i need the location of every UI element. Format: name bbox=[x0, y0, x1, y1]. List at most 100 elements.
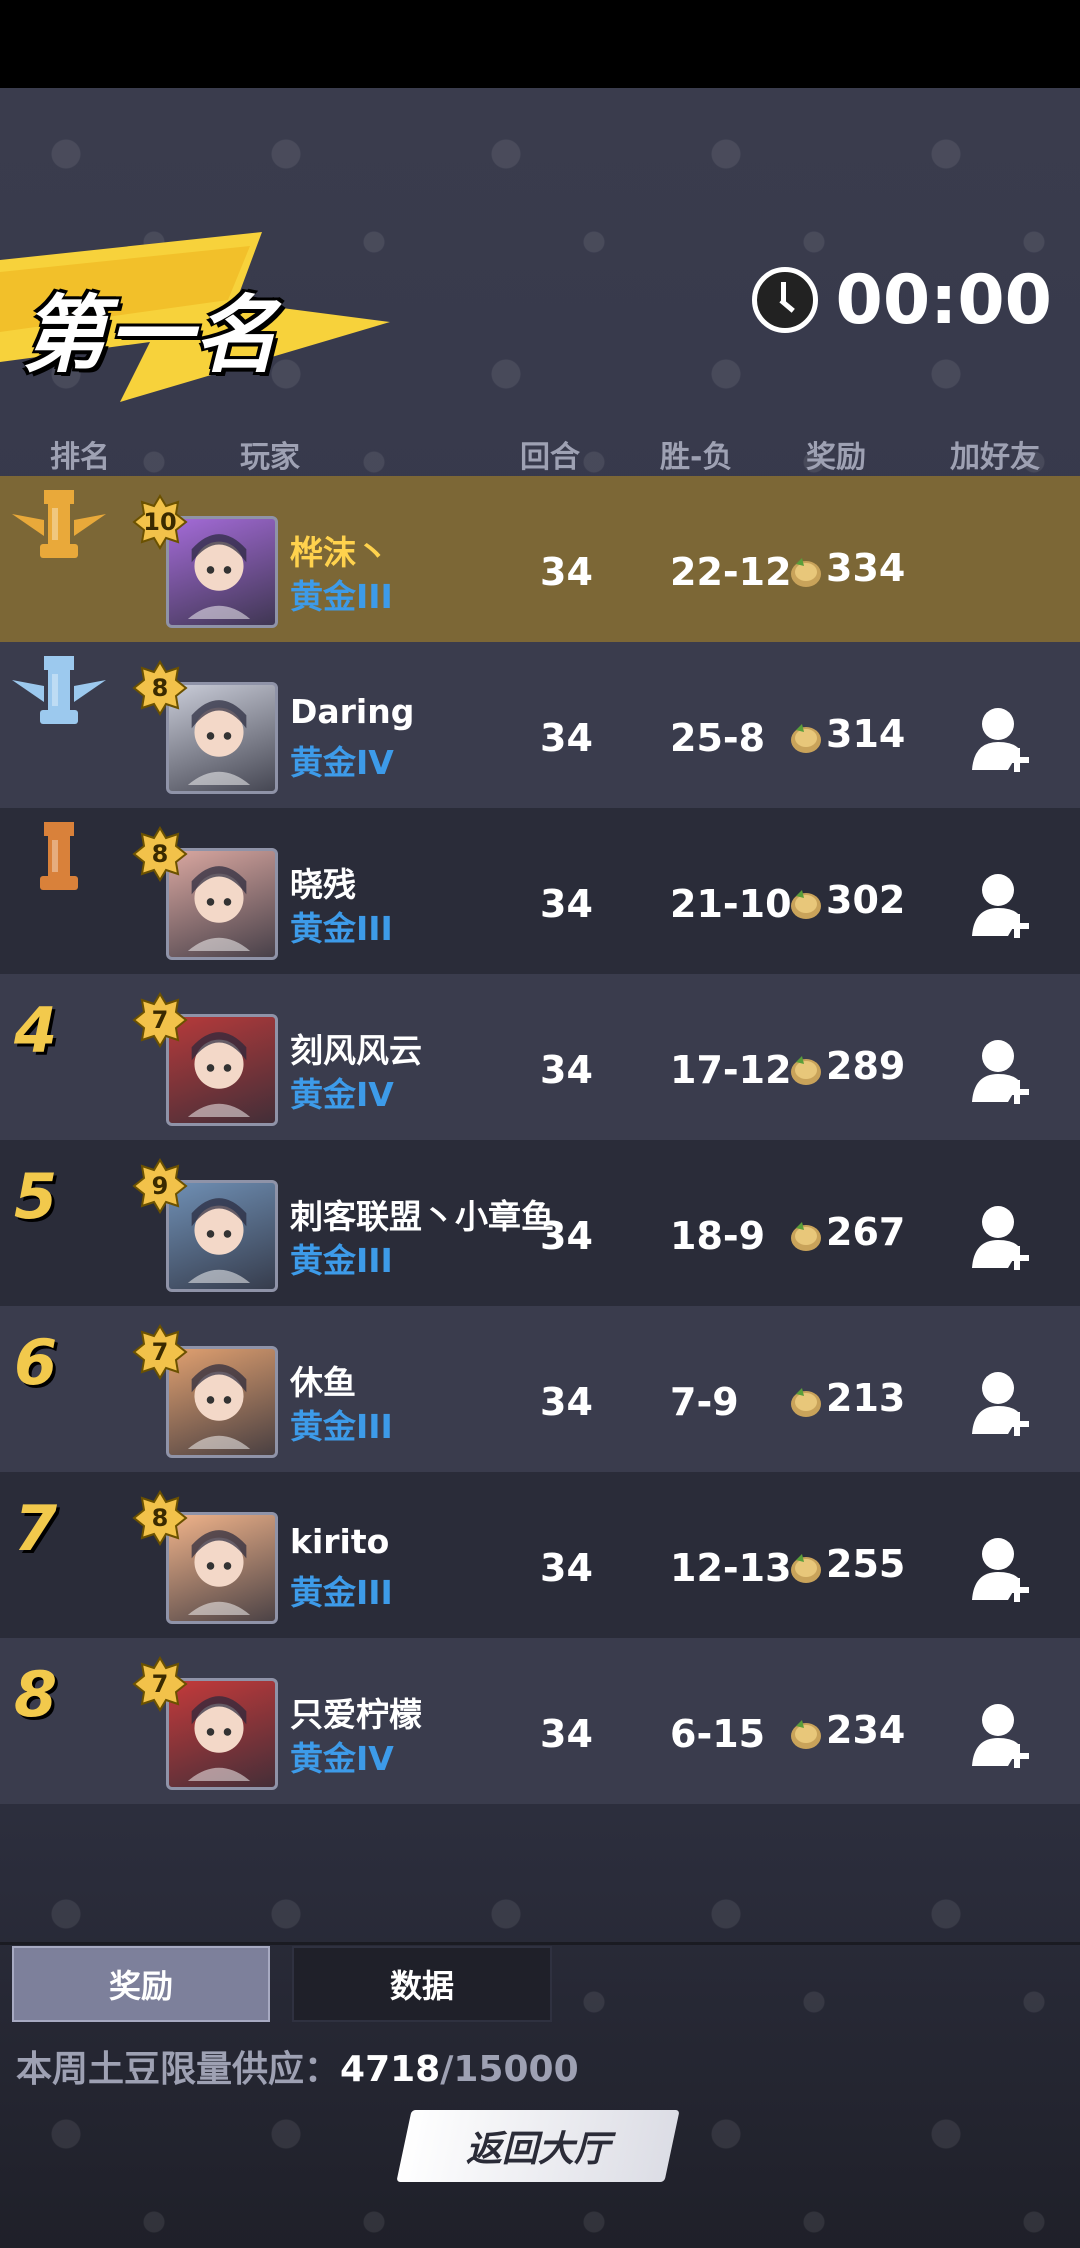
level-badge: 7 bbox=[132, 1324, 188, 1380]
player-tier: 黄金III bbox=[290, 1407, 393, 1446]
level-value: 7 bbox=[151, 1006, 169, 1034]
reward-value: 234 bbox=[826, 1708, 906, 1752]
win-loss-value: 17-12 bbox=[670, 1048, 792, 1092]
rank-number: 8 bbox=[14, 1658, 58, 1731]
rank-trophy-icon bbox=[12, 656, 106, 724]
rounds-value: 34 bbox=[540, 1546, 593, 1590]
header-rank: 排名 bbox=[50, 440, 110, 475]
reward-value: 302 bbox=[826, 878, 906, 922]
reward-value: 255 bbox=[826, 1542, 906, 1586]
ranking-row: 5 9 刺客联盟丶小章鱼 黄金III 34 18-9 267 bbox=[0, 1140, 1080, 1306]
weekly-supply: 本周土豆限量供应：4718/15000 bbox=[16, 2040, 579, 2092]
level-value: 7 bbox=[151, 1670, 169, 1698]
tab-data[interactable]: 数据 bbox=[292, 1946, 552, 2022]
rank-number: 6 bbox=[14, 1326, 58, 1399]
supply-current: 4718 bbox=[340, 2049, 441, 2090]
header-add-friend: 加好友 bbox=[950, 440, 1040, 475]
rounds-value: 34 bbox=[540, 1048, 593, 1092]
ranking-row: 8 晓残 黄金III 34 21-10 302 bbox=[0, 808, 1080, 974]
potato-coin-icon bbox=[791, 890, 821, 919]
player-name: Daring bbox=[290, 692, 415, 731]
player-tier: 黄金IV bbox=[290, 1075, 394, 1114]
level-badge: 8 bbox=[132, 1490, 188, 1546]
header-winloss: 胜-负 bbox=[660, 440, 733, 475]
win-loss-value: 6-15 bbox=[670, 1712, 766, 1756]
match-results-screen: 第一名 00:00 排名 玩家 回合 胜-负 奖励 加好友 10 桦沫丶 黄金I… bbox=[0, 0, 1080, 2248]
level-value: 8 bbox=[151, 840, 169, 868]
player-name: kirito bbox=[290, 1522, 390, 1561]
rounds-value: 34 bbox=[540, 1380, 593, 1424]
ranking-row: 8 7 只爱柠檬黄金IV 34 6-15 234 bbox=[0, 1638, 1080, 1804]
player-tier: 黄金III bbox=[290, 1241, 393, 1280]
rank-trophy-icon bbox=[40, 822, 78, 890]
potato-coin-icon bbox=[791, 1554, 821, 1583]
level-value: 7 bbox=[151, 1338, 169, 1366]
player-tier: 黄金III bbox=[290, 577, 393, 616]
player-name: 休鱼 bbox=[290, 1363, 356, 1402]
potato-coin-icon bbox=[791, 1222, 821, 1251]
rank-number: 4 bbox=[14, 994, 58, 1067]
ranking-row: 7 8 kirito 黄金III 34 12-13 255 bbox=[0, 1472, 1080, 1638]
ranking-row: 10 桦沫丶 黄金III 34 22-12 334 bbox=[0, 476, 1080, 642]
back-to-lobby-button[interactable]: 返回大厅 bbox=[396, 2110, 680, 2182]
rank-number: 7 bbox=[14, 1492, 58, 1565]
level-value: 8 bbox=[151, 674, 169, 702]
header-reward: 奖励 bbox=[806, 440, 866, 475]
reward-value: 314 bbox=[826, 712, 906, 756]
level-badge: 8 bbox=[132, 660, 188, 716]
player-tier: 黄金IV bbox=[290, 1739, 394, 1778]
add-friend-button[interactable] bbox=[970, 1202, 1034, 1272]
reward-value: 267 bbox=[826, 1210, 906, 1254]
player-name: 刺客联盟丶小章鱼 bbox=[290, 1197, 554, 1236]
rounds-value: 34 bbox=[540, 882, 593, 926]
supply-label: 本周土豆限量供应： bbox=[16, 2049, 341, 2090]
rank-trophy-icon bbox=[12, 490, 106, 558]
level-badge: 8 bbox=[132, 826, 188, 882]
rounds-value: 34 bbox=[540, 716, 593, 760]
win-loss-value: 12-13 bbox=[670, 1546, 792, 1590]
rank-number: 5 bbox=[14, 1160, 58, 1233]
player-name: 只爱柠檬 bbox=[290, 1695, 422, 1734]
level-badge: 9 bbox=[132, 1158, 188, 1214]
header-rounds: 回合 bbox=[520, 440, 580, 475]
level-value: 8 bbox=[151, 1504, 169, 1532]
reward-value: 334 bbox=[826, 546, 906, 590]
player-name: 桦沫丶 bbox=[290, 533, 389, 572]
add-friend-button[interactable] bbox=[970, 870, 1034, 940]
win-loss-value: 18-9 bbox=[670, 1214, 766, 1258]
player-name: 刻风风云 bbox=[290, 1031, 422, 1070]
ranking-row: 4 7 刻风风云黄金IV 34 17-12 289 bbox=[0, 974, 1080, 1140]
reward-value: 289 bbox=[826, 1044, 906, 1088]
win-loss-value: 7-9 bbox=[670, 1380, 739, 1424]
rounds-value: 34 bbox=[540, 1712, 593, 1756]
add-friend-button[interactable] bbox=[970, 1036, 1034, 1106]
level-badge: 7 bbox=[132, 992, 188, 1048]
rounds-value: 34 bbox=[540, 550, 593, 594]
timer-value: 00:00 bbox=[835, 260, 1052, 340]
status-bar bbox=[0, 0, 1080, 88]
potato-coin-icon bbox=[791, 558, 821, 587]
rounds-value: 34 bbox=[540, 1214, 593, 1258]
add-friend-button[interactable] bbox=[970, 1368, 1034, 1438]
level-value: 10 bbox=[143, 508, 177, 536]
supply-limit: /15000 bbox=[440, 2049, 579, 2090]
divider bbox=[0, 1942, 1080, 1945]
potato-coin-icon bbox=[791, 1388, 821, 1417]
player-name: 晓残 bbox=[290, 865, 356, 904]
player-tier: 黄金III bbox=[290, 909, 393, 948]
potato-coin-icon bbox=[791, 1720, 821, 1749]
banner-title: 第一名 bbox=[22, 286, 281, 384]
tab-reward[interactable]: 奖励 bbox=[12, 1946, 270, 2022]
add-friend-button[interactable] bbox=[970, 1700, 1034, 1770]
win-loss-value: 25-8 bbox=[670, 716, 766, 760]
ranking-row: 8 Daring 黄金IV 34 25-8 314 bbox=[0, 642, 1080, 808]
level-badge: 7 bbox=[132, 1656, 188, 1712]
clock-icon bbox=[751, 267, 818, 333]
potato-coin-icon bbox=[791, 724, 821, 753]
back-to-lobby-label: 返回大厅 bbox=[465, 2129, 610, 2170]
level-badge: 10 bbox=[132, 494, 188, 550]
ranking-row: 6 7 休鱼 黄金III 34 7-9 213 bbox=[0, 1306, 1080, 1472]
header-player: 玩家 bbox=[240, 440, 300, 475]
add-friend-button[interactable] bbox=[970, 704, 1034, 774]
add-friend-button[interactable] bbox=[970, 1534, 1034, 1604]
